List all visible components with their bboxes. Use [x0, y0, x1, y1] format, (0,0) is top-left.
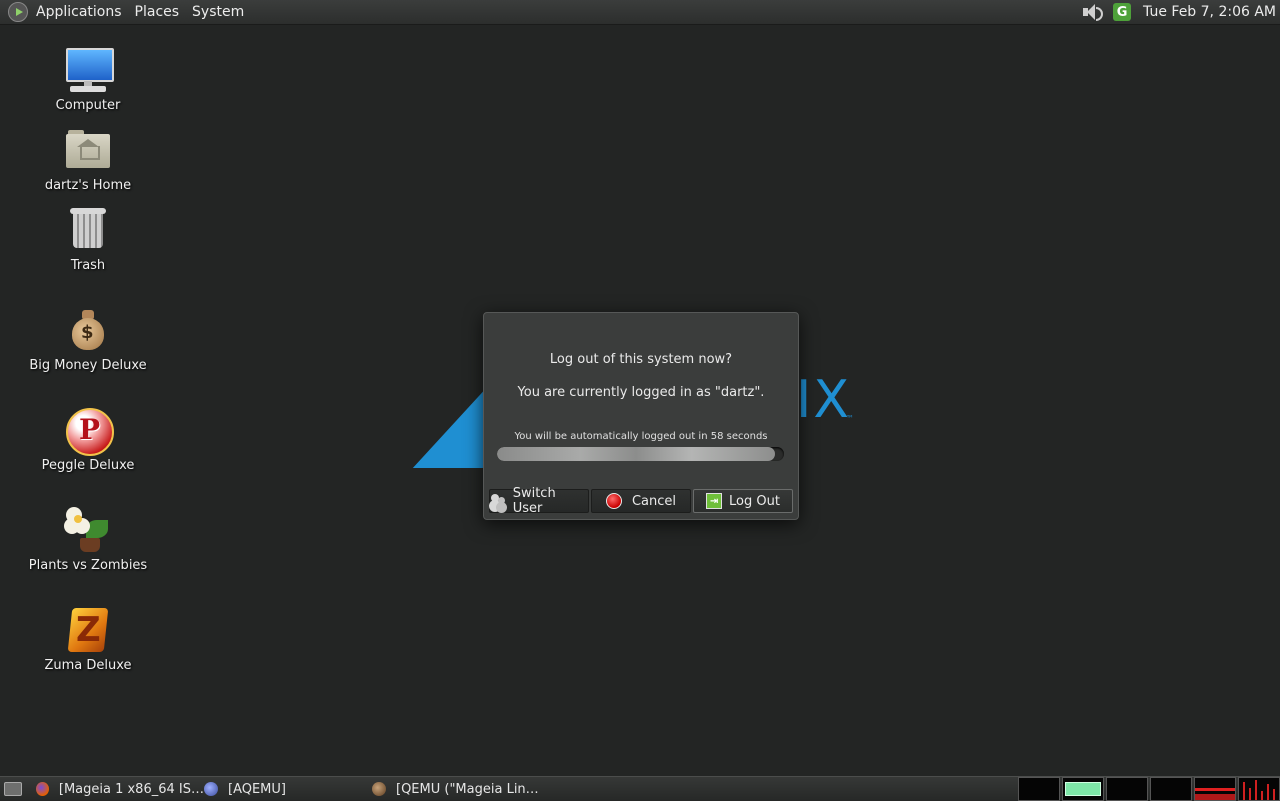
desktop-icon-peggle[interactable]: P Peggle Deluxe: [18, 406, 158, 473]
stop-icon: [605, 493, 622, 509]
dialog-countdown-text: You will be automatically logged out in …: [514, 431, 768, 442]
trash-icon: [64, 206, 112, 254]
volume-speaker-icon[interactable]: [1079, 2, 1104, 22]
clock[interactable]: Tue Feb 7, 2:06 AM: [1143, 4, 1276, 20]
system-monitors: [1016, 777, 1280, 801]
desktop-icon-label: dartz's Home: [44, 178, 132, 193]
wallpaper-logo-tm: ™: [846, 414, 854, 423]
log-out-button[interactable]: ⇥ Log Out: [693, 489, 793, 513]
disk-monitor[interactable]: [1238, 777, 1280, 801]
money-bag-icon: $: [64, 306, 112, 354]
desktop-icon-big-money[interactable]: $ Big Money Deluxe: [18, 306, 158, 373]
cancel-button[interactable]: Cancel: [591, 489, 691, 513]
panel-tray: G Tue Feb 7, 2:06 AM: [1079, 0, 1276, 24]
bottom-panel: [Mageia 1 x86_64 IS… [AQEMU] [QEMU ("Mag…: [0, 776, 1280, 801]
load-monitor[interactable]: [1194, 777, 1236, 801]
qemu-icon: [204, 782, 218, 796]
taskbar-item-label: [AQEMU]: [228, 781, 286, 797]
logout-countdown-progress: [497, 447, 784, 461]
computer-icon: [64, 46, 114, 94]
taskbar-item-firefox[interactable]: [Mageia 1 x86_64 IS…: [36, 782, 204, 797]
dialog-logged-in-as: You are currently logged in as "dartz".: [517, 385, 765, 400]
switch-user-label: Switch User: [512, 486, 556, 516]
taskbar-item-label: [QEMU ("Mageia Lin…: [396, 781, 539, 797]
desktop-icon-computer[interactable]: Computer: [18, 46, 158, 113]
desktop-icon-label: Big Money Deluxe: [29, 358, 147, 373]
zuma-icon: Z: [64, 606, 112, 654]
plants-icon: [64, 506, 112, 554]
logout-dialog: Log out of this system now? You are curr…: [483, 312, 799, 520]
wallpaper-logo-text: IX: [796, 370, 851, 430]
desktop-icon-label: Computer: [55, 98, 121, 113]
memory-monitor[interactable]: [1062, 777, 1104, 801]
desktop-icon-label: Peggle Deluxe: [41, 458, 135, 473]
desktop-icon-zuma[interactable]: Z Zuma Deluxe: [18, 606, 158, 673]
progress-fill: [497, 447, 776, 461]
show-desktop-icon[interactable]: [4, 782, 22, 796]
users-icon: [490, 493, 506, 509]
cancel-label: Cancel: [631, 493, 677, 509]
peggle-icon: P: [64, 406, 114, 456]
desktop-icon-label: Trash: [70, 258, 106, 273]
desktop-icon-label: Plants vs Zombies: [28, 558, 148, 573]
swap-monitor[interactable]: [1150, 777, 1192, 801]
desktop-icon-trash[interactable]: Trash: [18, 206, 158, 273]
home-folder-icon: [64, 126, 112, 174]
desktop-icon-label: Zuma Deluxe: [44, 658, 132, 673]
cpu-monitor[interactable]: [1018, 777, 1060, 801]
updater-icon[interactable]: G: [1113, 3, 1132, 21]
taskbar-item-qemu-window[interactable]: [QEMU ("Mageia Lin…: [372, 782, 572, 797]
exit-icon: ⇥: [706, 493, 723, 509]
taskbar-item-aqemu[interactable]: [AQEMU]: [204, 782, 372, 797]
taskbar-item-label: [Mageia 1 x86_64 IS…: [58, 781, 204, 797]
menu-system[interactable]: System: [192, 4, 244, 20]
log-out-label: Log Out: [729, 493, 780, 509]
network-monitor[interactable]: [1106, 777, 1148, 801]
dialog-title: Log out of this system now?: [549, 352, 733, 367]
main-menu-logo-icon[interactable]: [8, 2, 28, 22]
qemu-window-icon: [372, 782, 386, 796]
dialog-button-row: Switch User Cancel ⇥ Log Out: [489, 486, 793, 516]
desktop-icon-plants-vs-zombies[interactable]: Plants vs Zombies: [18, 506, 158, 573]
desktop-icon-home[interactable]: dartz's Home: [18, 126, 158, 193]
switch-user-button[interactable]: Switch User: [489, 486, 589, 516]
top-panel: Applications Places System G Tue Feb 7, …: [0, 0, 1280, 25]
menu-places[interactable]: Places: [135, 4, 180, 20]
menu-applications[interactable]: Applications: [36, 4, 122, 20]
firefox-icon: [36, 782, 49, 796]
